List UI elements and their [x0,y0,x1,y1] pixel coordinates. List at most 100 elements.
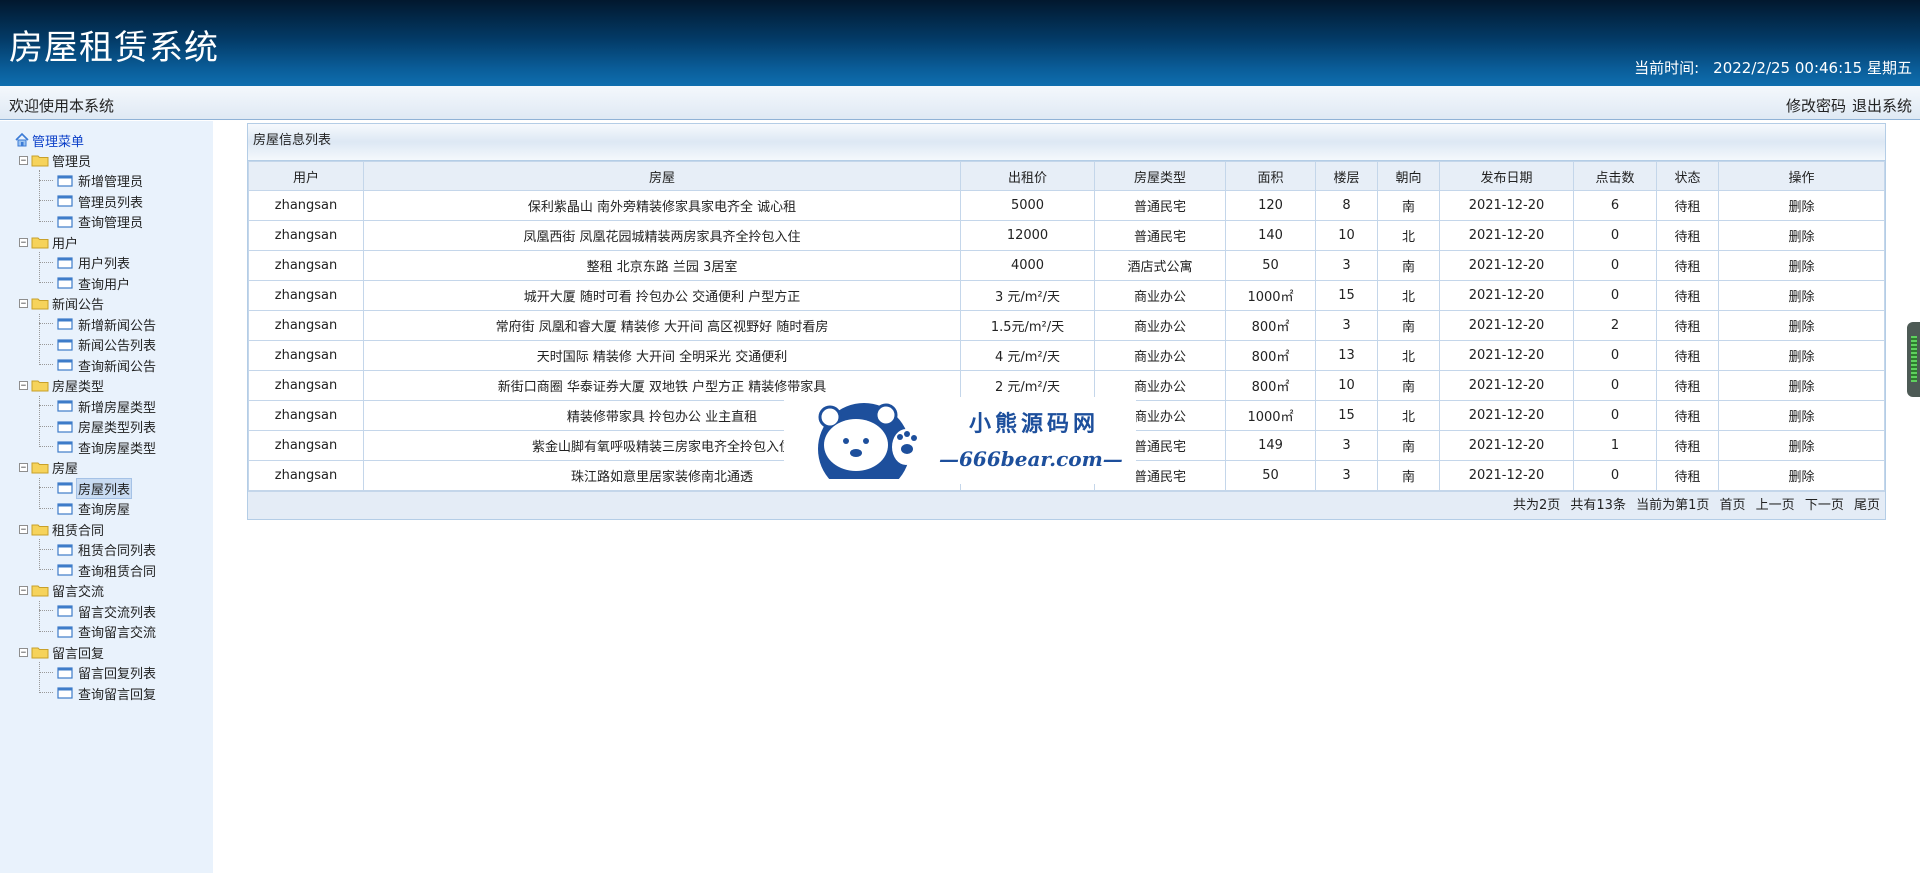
collapse-icon[interactable]: − [19,524,28,534]
menu-item-label: 查询用户 [78,277,131,293]
menu-item[interactable]: 管理员列表 [14,191,158,212]
menu-group: − 管理员 新增管理员 管理员列表 查询管理员 [14,150,158,232]
table-cell: 待租 [1656,430,1719,461]
collapse-icon[interactable]: − [19,586,28,596]
delete-link[interactable]: 删除 [1718,400,1885,431]
table-cell: 待租 [1656,280,1719,311]
table-cell: zhangsan [248,250,364,281]
menu-group-header[interactable]: − 用户 [14,232,158,253]
menu-group-header[interactable]: − 租赁合同 [14,519,158,540]
collapse-icon[interactable]: − [19,155,28,165]
folder-icon [31,647,49,659]
menu-group-header[interactable]: − 管理员 [14,150,158,171]
menu-item[interactable]: 查询用户 [14,273,158,294]
pager-current-page: 当前为第1页 [1636,498,1710,513]
delete-link[interactable]: 删除 [1718,250,1885,281]
menu-item[interactable]: 留言交流列表 [14,601,158,622]
menu-item-label: 查询房屋 [78,503,131,519]
table-cell: 普通民宅 [1094,220,1226,251]
table-cell: 4000 [960,250,1095,281]
welcome-bar: 欢迎使用本系统 修改密码 退出系统 [0,86,1920,120]
table-cell: 南 [1377,430,1440,461]
menu-item[interactable]: 房屋类型列表 [14,417,158,438]
table-cell: 0 [1573,460,1657,491]
menu-item[interactable]: 留言回复列表 [14,663,158,684]
page-icon [57,667,73,679]
column-header: 点击数 [1573,161,1657,191]
table-cell: 2021-12-20 [1439,370,1574,401]
menu-group-header[interactable]: − 房屋类型 [14,376,158,397]
side-float-widget[interactable] [1907,322,1920,397]
logout-link[interactable]: 退出系统 [1852,95,1912,116]
folder-icon [31,380,49,392]
menu-item[interactable]: 房屋列表 [14,477,158,499]
menu-group-header[interactable]: − 新闻公告 [14,294,158,315]
menu-item[interactable]: 查询留言回复 [14,683,158,704]
delete-link[interactable]: 删除 [1718,280,1885,311]
menu-item[interactable]: 新增房屋类型 [14,396,158,417]
menu-group-label: 用户 [52,236,79,252]
menu-item[interactable]: 查询管理员 [14,212,158,233]
menu-item[interactable]: 新增新闻公告 [14,314,158,335]
table-cell: 整租 北京东路 兰园 3居室 [363,250,961,281]
table-cell: 待租 [1656,400,1719,431]
table-cell: 2021-12-20 [1439,310,1574,341]
menu-group-header[interactable]: − 房屋 [14,458,158,479]
pager-prev-link[interactable]: 上一页 [1756,498,1795,513]
clock-value: 2022/2/25 00:46:15 星期五 [1713,59,1912,77]
delete-link[interactable]: 删除 [1718,190,1885,221]
menu-item[interactable]: 新闻公告列表 [14,335,158,356]
page-icon [57,687,73,699]
menu-item[interactable]: 租赁合同列表 [14,540,158,561]
menu-item[interactable]: 查询房屋类型 [14,437,158,458]
collapse-icon[interactable]: − [19,299,28,309]
menu-group-header[interactable]: − 留言交流 [14,581,158,602]
table-cell: 15 [1315,280,1378,311]
menu-item[interactable]: 新增管理员 [14,171,158,192]
table-row: zhangsan 保利紫晶山 南外旁精装修家具家电齐全 诚心租 5000 普通民宅 12… [248,190,1885,221]
menu-item[interactable]: 查询房屋 [14,499,158,520]
menu-root[interactable]: 管理菜单 [14,130,158,150]
change-password-link[interactable]: 修改密码 [1786,95,1846,116]
menu-group-label: 房屋类型 [52,380,105,396]
tree-connector [39,548,53,551]
delete-link[interactable]: 删除 [1718,370,1885,401]
column-header: 楼层 [1315,161,1378,191]
menu-item[interactable]: 查询留言交流 [14,622,158,643]
watermark-site: —666bear.com— [939,447,1123,471]
menu-item[interactable]: 查询新闻公告 [14,355,158,376]
menu-item[interactable]: 查询租赁合同 [14,560,158,581]
pager-first-link[interactable]: 首页 [1720,498,1746,513]
pager-last-link[interactable]: 尾页 [1854,498,1880,513]
panel-title: 房屋信息列表 [248,124,1885,161]
menu-group: − 房屋类型 新增房屋类型 房屋类型列表 查询房屋类型 [14,376,158,458]
table-cell: 待租 [1656,310,1719,341]
table-cell: 南 [1377,310,1440,341]
tree-connector [39,692,53,694]
app-title: 房屋租赁系统 [9,28,219,68]
pager-next-link[interactable]: 下一页 [1805,498,1844,513]
delete-link[interactable]: 删除 [1718,340,1885,371]
menu-group: − 用户 用户列表查询用户 [14,232,158,294]
folder-icon [31,585,49,597]
collapse-icon[interactable]: − [19,463,28,473]
table-cell: 2021-12-20 [1439,460,1574,491]
table-row: zhangsan 常府街 凤凰和睿大厦 精装修 大开间 高区视野好 随时看房 1.5… [248,310,1885,341]
table-cell: 2 [1573,310,1657,341]
collapse-icon[interactable]: − [19,237,28,247]
menu-item-label: 租赁合同列表 [78,544,157,560]
menu-item[interactable]: 用户列表 [14,253,158,274]
table-cell: 10 [1315,370,1378,401]
delete-link[interactable]: 删除 [1718,460,1885,491]
delete-link[interactable]: 删除 [1718,310,1885,341]
collapse-icon[interactable]: − [19,381,28,391]
delete-link[interactable]: 删除 [1718,430,1885,461]
table-cell: 8 [1315,190,1378,221]
table-cell: 10 [1315,220,1378,251]
table-cell: 1000㎡ [1225,280,1316,311]
tree-connector [39,425,53,428]
menu-group: − 租赁合同租赁合同列表 查询租赁合同 [14,519,158,581]
menu-group-header[interactable]: − 留言回复 [14,642,158,663]
delete-link[interactable]: 删除 [1718,220,1885,251]
collapse-icon[interactable]: − [19,647,28,657]
